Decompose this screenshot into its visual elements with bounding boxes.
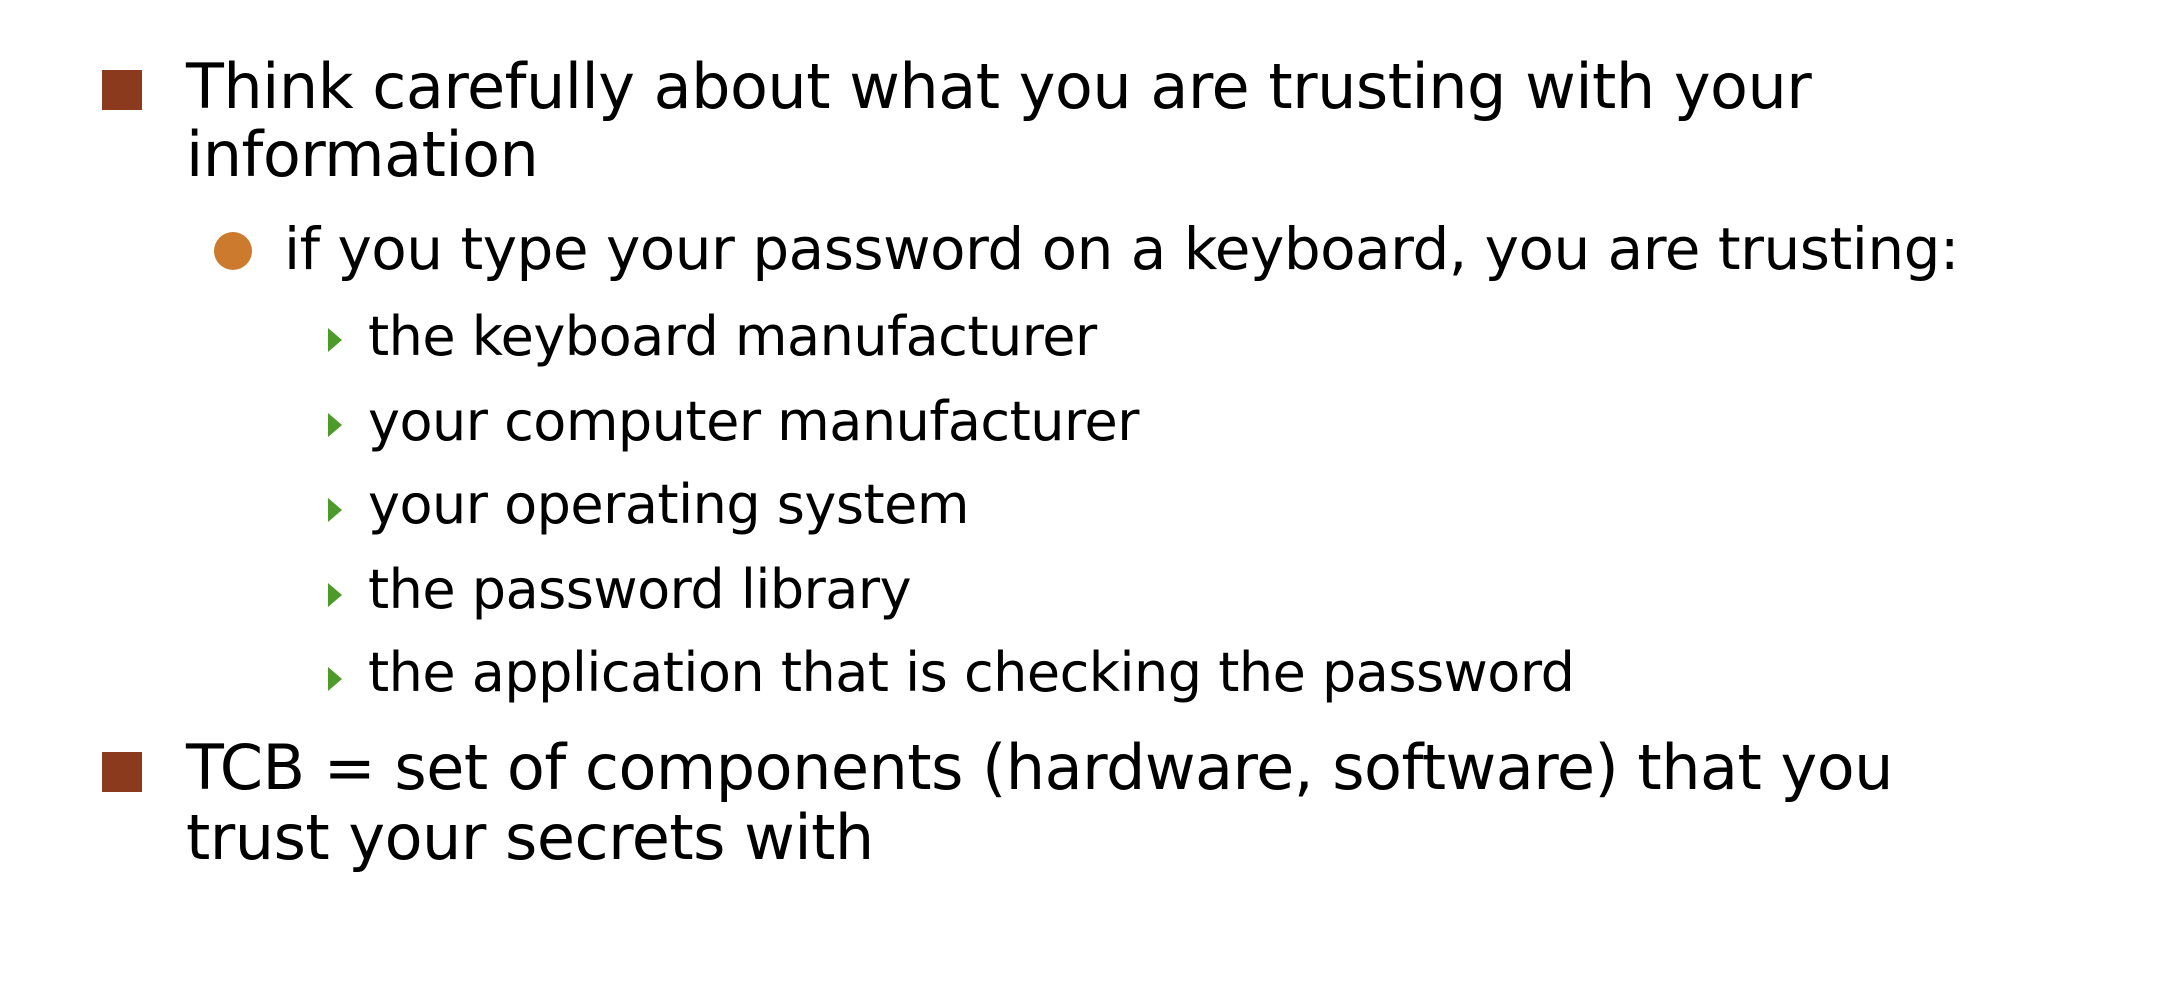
triangle-bullet-icon bbox=[328, 413, 342, 437]
bullet-2-line-2: trust your secrets with bbox=[186, 801, 874, 874]
sub-bullet-text: if you type your password on a keyboard,… bbox=[284, 215, 1959, 283]
triangle-bullet-icon bbox=[328, 583, 342, 607]
sub-sub-item-2: your computer manufacturer bbox=[368, 390, 1139, 453]
triangle-bullet-icon bbox=[328, 328, 342, 352]
square-bullet-icon bbox=[102, 70, 142, 110]
bullet-1-line-2: information bbox=[186, 118, 539, 191]
sub-sub-item-1: the keyboard manufacturer bbox=[368, 305, 1097, 368]
triangle-bullet-icon bbox=[328, 498, 342, 522]
triangle-bullet-icon bbox=[328, 667, 342, 691]
slide: Think carefully about what you are trust… bbox=[0, 0, 2160, 996]
bullet-2-line-1: TCB = set of components (hardware, softw… bbox=[186, 731, 1893, 804]
sub-sub-item-4: the password library bbox=[368, 558, 912, 621]
bullet-1-line-1: Think carefully about what you are trust… bbox=[186, 50, 1812, 123]
square-bullet-icon bbox=[102, 752, 142, 792]
sub-sub-item-5: the application that is checking the pas… bbox=[368, 641, 1575, 704]
circle-bullet-icon bbox=[214, 232, 252, 270]
sub-sub-item-3: your operating system bbox=[368, 473, 969, 536]
